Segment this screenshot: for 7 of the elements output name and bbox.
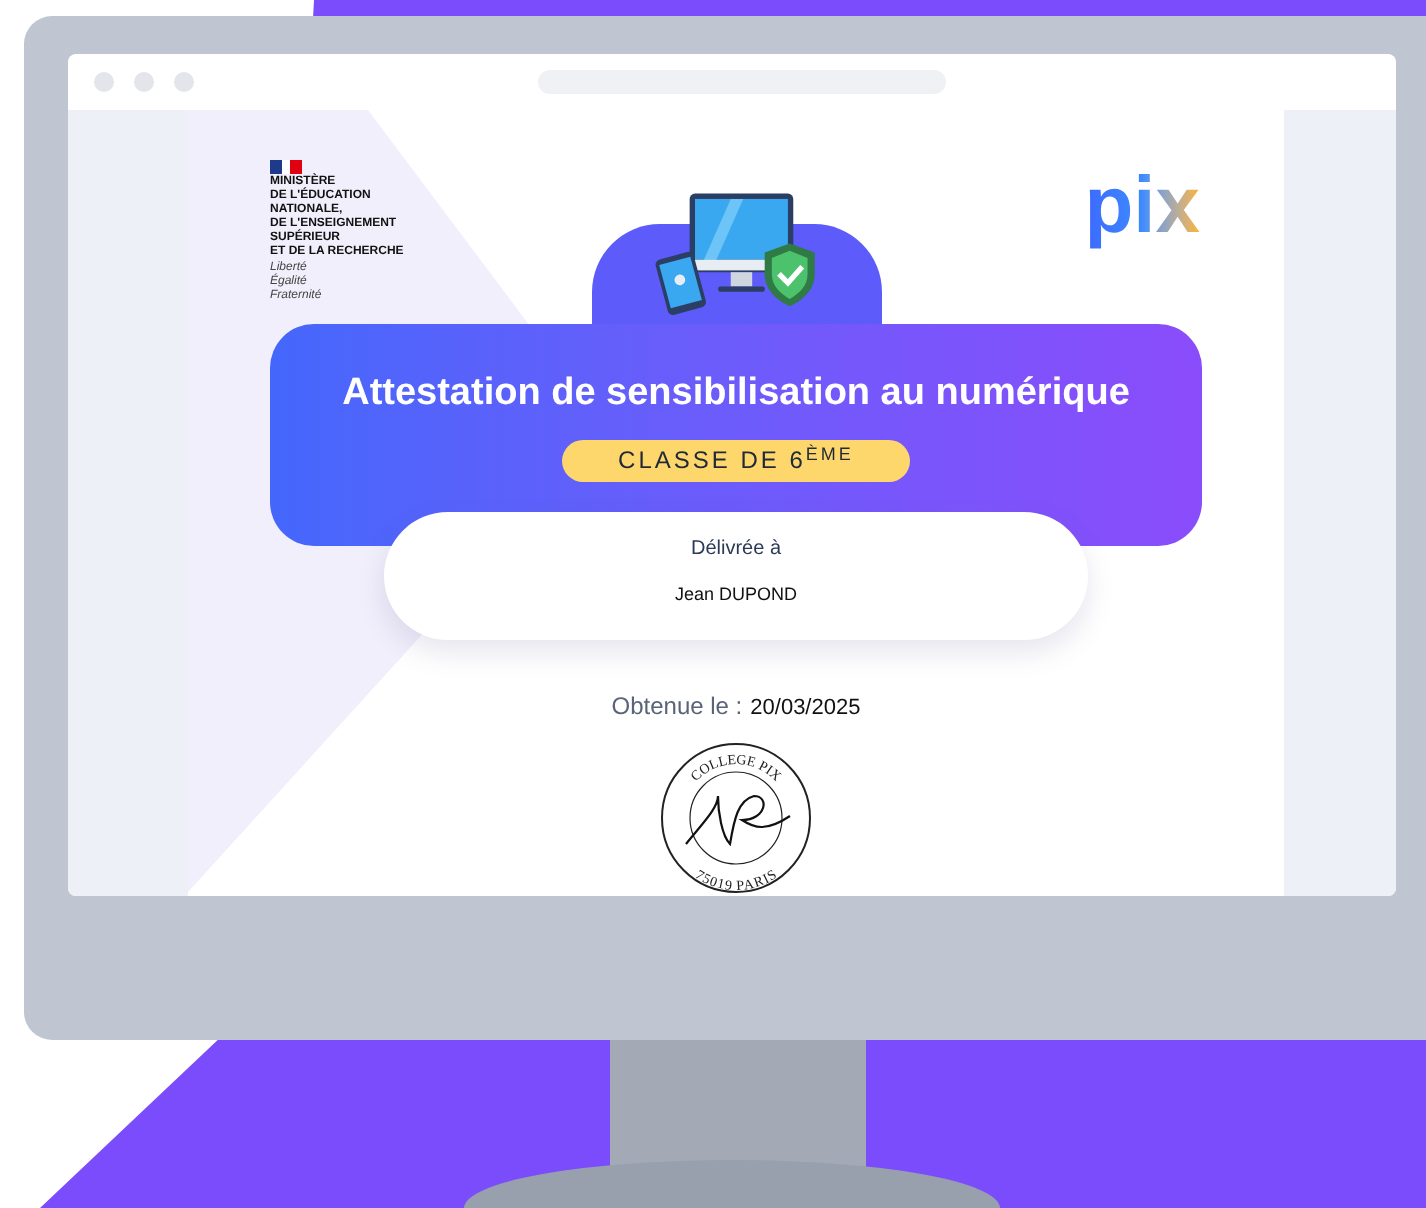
obtained-date: 20/03/2025 xyxy=(750,693,861,723)
french-flag-icon xyxy=(270,159,302,173)
level-badge: CLASSE DE 6$^{ÈME}$ xyxy=(562,440,910,482)
certificate-title: Attestation de sensibilisation au numérique xyxy=(342,369,1130,417)
recipient-name: Jean DUPOND xyxy=(674,581,798,607)
obtained-label: Obtenue le : xyxy=(611,689,743,723)
delivered-label: Délivrée à xyxy=(690,535,782,563)
